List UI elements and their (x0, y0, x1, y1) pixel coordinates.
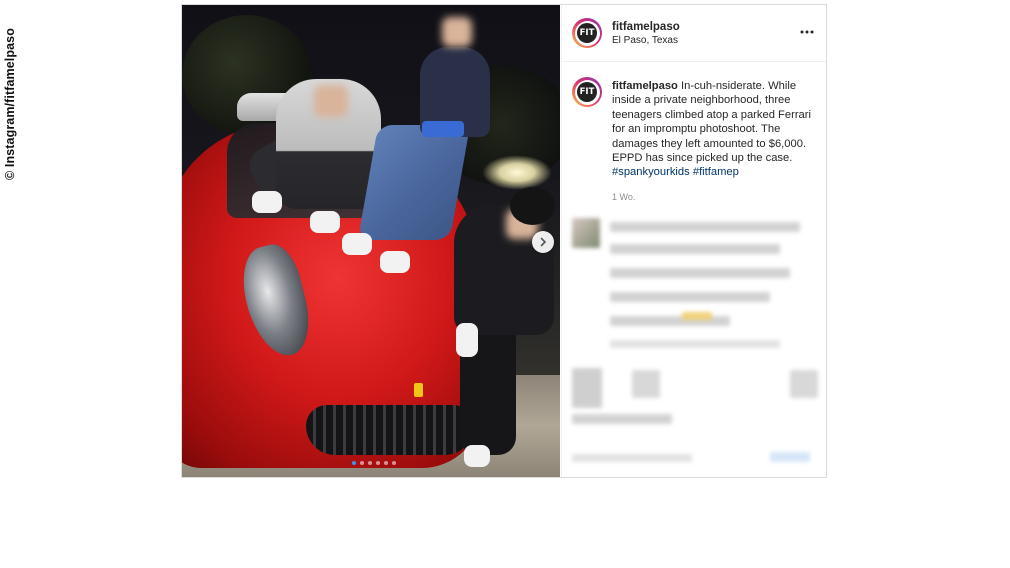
carousel-dot (384, 461, 388, 465)
avatar[interactable]: FIT (572, 77, 602, 107)
chevron-right-icon (540, 237, 547, 247)
blurred-comments (562, 210, 826, 477)
hashtag-link[interactable]: #fitfamep (693, 166, 739, 178)
more-horizontal-icon (800, 30, 814, 34)
carousel-next-button[interactable] (532, 231, 554, 253)
account-name[interactable]: fitfamelpaso (612, 21, 680, 33)
hashtag-link[interactable]: #spankyourkids (612, 166, 690, 178)
account-logo: FIT (577, 82, 597, 102)
person-hoodie (276, 79, 381, 209)
post-header: FIT fitfamelpaso El Paso, Texas (562, 5, 826, 62)
caption-text: In-cuh-nsiderate. While inside a private… (612, 80, 811, 165)
ferrari-badge (414, 383, 423, 397)
more-options-button[interactable] (796, 21, 818, 43)
photo-credit: © Instagram/fitfamelpaso (3, 28, 17, 180)
avatar[interactable]: FIT (572, 18, 602, 48)
carousel-dot (360, 461, 364, 465)
person-crouching (454, 205, 554, 335)
instagram-post: FIT fitfamelpaso El Paso, Texas FIT fitf… (181, 4, 827, 478)
post-photo[interactable] (182, 5, 560, 477)
carousel-dot (368, 461, 372, 465)
carousel-dot (376, 461, 380, 465)
carousel-dot (392, 461, 396, 465)
location-link[interactable]: El Paso, Texas (612, 35, 678, 46)
post-side-panel: FIT fitfamelpaso El Paso, Texas FIT fitf… (561, 5, 826, 477)
account-logo: FIT (577, 23, 597, 43)
post-timestamp: 1 Wo. (612, 192, 636, 202)
carousel-indicator (352, 461, 396, 465)
caption-username[interactable]: fitfamelpaso (612, 80, 678, 92)
carousel-dot (352, 461, 356, 465)
